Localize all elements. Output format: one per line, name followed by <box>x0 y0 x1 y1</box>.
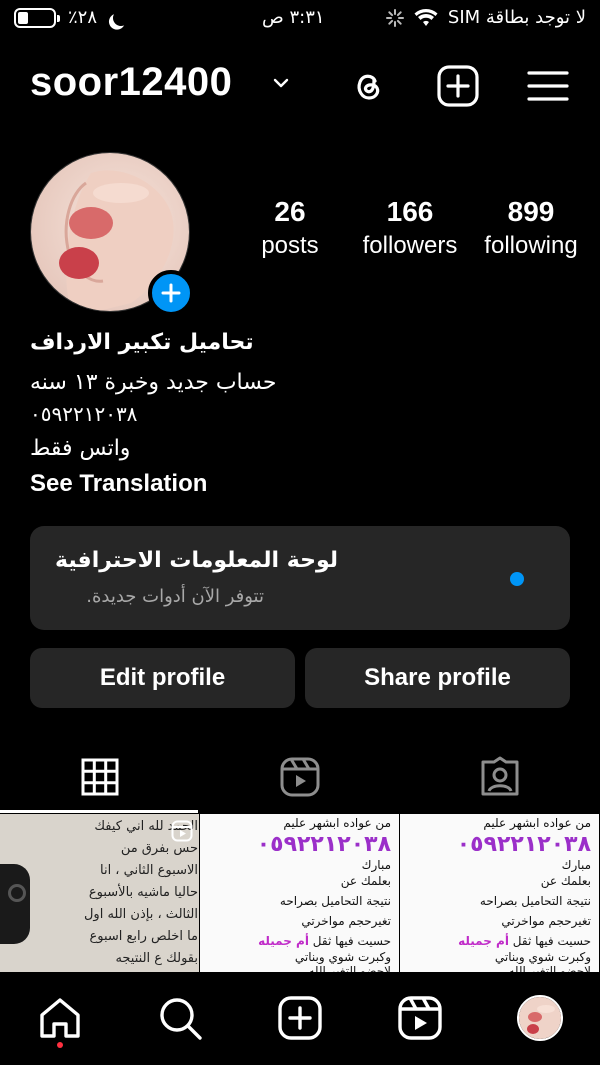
chevron-down-icon[interactable] <box>272 74 290 92</box>
post-text-highlight: أم جميله <box>258 934 309 948</box>
post-text-line: نتيجة التحاميل بصراحه <box>479 894 591 908</box>
nav-search[interactable] <box>156 994 204 1042</box>
profile-header: soor12400 <box>0 56 600 116</box>
post-text-line: من عواده ابشهر عليم <box>283 816 391 830</box>
edit-profile-button[interactable]: Edit profile <box>30 648 295 708</box>
post-text-line: الثالث ، بإذن الله اول <box>83 907 198 922</box>
post-text-line: بعلمك عن <box>540 874 591 888</box>
professional-dashboard-card[interactable]: لوحة المعلومات الاحترافية تتوفر الآن أدو… <box>30 526 570 630</box>
search-icon <box>160 998 202 1040</box>
active-tab-indicator <box>0 810 198 813</box>
status-right: لا توجد بطاقة SIM <box>385 7 586 28</box>
post-phone-number: ٠٥٩٢٢١٢٠٣٨ <box>456 832 591 857</box>
bottom-navigation <box>0 972 600 1065</box>
stat-posts[interactable]: 26 posts <box>250 196 330 260</box>
post-text-line: حسيت فيها ثقل أم جميله <box>258 934 391 948</box>
battery-percent: ٪٢٨ <box>68 7 98 28</box>
post-thumbnail[interactable]: من عواده ابشهر عليم ٠٥٩٢٢١٢٠٣٨ مبارك بعل… <box>200 814 399 972</box>
carrier-label: لا توجد بطاقة SIM <box>447 7 586 28</box>
post-text-line: وكبرت شوي وبناتي <box>494 950 591 964</box>
dashboard-subtitle: تتوفر الآن أدوات جديدة. <box>86 586 264 607</box>
stat-posts-label: posts <box>261 232 319 259</box>
post-text-line: الاسبوع الثاني ، انا <box>99 863 198 878</box>
nav-home[interactable] <box>36 994 84 1042</box>
bio-line: حساب جديد وخبرة ١٣ سنه <box>30 370 277 395</box>
stat-following-count: 899 <box>507 196 555 227</box>
bio-phone: ٠٥٩٢٢١٢٠٣٨ <box>30 402 138 426</box>
threads-icon[interactable] <box>346 64 390 108</box>
tagged-person-icon <box>481 756 519 796</box>
stat-posts-count: 26 <box>274 196 306 227</box>
create-post-icon[interactable] <box>436 64 480 108</box>
stat-followers-count: 166 <box>386 196 434 227</box>
post-thumbnail[interactable]: الحمد لله اني كيفك حس بفرق من الاسبوع ال… <box>0 814 199 972</box>
post-thumbnail[interactable]: من عواده ابشهر عليم ٠٥٩٢٢١٢٠٣٨ مبارك بعل… <box>400 814 599 972</box>
post-text-segment: حسيت فيها ثقل <box>512 934 591 948</box>
post-text-line: مبارك <box>561 858 591 872</box>
dashboard-title: لوحة المعلومات الاحترافية <box>54 548 338 573</box>
status-time: ٣:٣١ ص <box>262 7 325 28</box>
nav-reels[interactable] <box>396 994 444 1042</box>
new-indicator-dot <box>510 572 524 586</box>
post-text-highlight: أم جميله <box>458 934 509 948</box>
post-text-line: مبارك <box>361 858 391 872</box>
stat-following[interactable]: 899 following <box>474 196 588 260</box>
reels-icon <box>280 757 320 797</box>
home-notification-dot <box>57 1042 63 1048</box>
grid-icon <box>81 758 119 796</box>
moon-icon <box>111 7 132 28</box>
post-text-line: لاحضو التغير الله <box>508 964 591 972</box>
reels-icon <box>398 996 442 1040</box>
bio-line: واتس فقط <box>30 436 131 461</box>
post-text-line: تغيرحجم مواخرتي <box>301 914 391 928</box>
battery-icon <box>14 7 60 28</box>
post-text-line: بقولك ع النتيجه <box>115 951 198 966</box>
menu-icon[interactable] <box>526 64 570 108</box>
plus-icon <box>161 283 181 303</box>
post-text-line: من عواده ابشهر عليم <box>483 816 591 830</box>
content-tabs <box>0 740 600 814</box>
post-text-line: ما اخلص رابع اسبوع <box>89 929 198 944</box>
nav-profile[interactable] <box>516 994 564 1042</box>
home-icon <box>40 998 80 1038</box>
stat-following-label: following <box>484 232 578 259</box>
posts-grid: الحمد لله اني كيفك حس بفرق من الاسبوع ال… <box>0 814 600 972</box>
stat-followers[interactable]: 166 followers <box>352 196 468 260</box>
profile-avatar-icon <box>517 995 563 1041</box>
post-text-line: بعلمك عن <box>340 874 391 888</box>
status-left: ٪٢٨ <box>14 7 129 28</box>
add-story-button[interactable] <box>148 270 194 316</box>
share-profile-button[interactable]: Share profile <box>305 648 570 708</box>
post-text-line: حسيت فيها ثقل أم جميله <box>458 934 591 948</box>
create-icon <box>278 996 322 1040</box>
wifi-icon <box>414 8 438 26</box>
nav-create[interactable] <box>276 994 324 1042</box>
profile-display-name: تحاميل تكبير الارداف <box>30 330 254 355</box>
post-text-line: نتيجة التحاميل بصراحه <box>279 894 391 908</box>
phone-image <box>0 864 30 944</box>
post-text-line: حاليا ماشيه بالأسبوع <box>88 885 198 900</box>
status-bar: ٪٢٨ ٣:٣١ ص لا توجد بطاقة SIM <box>0 0 600 40</box>
tab-reels[interactable] <box>200 740 400 814</box>
stat-followers-label: followers <box>362 232 458 259</box>
profile-avatar-container[interactable] <box>30 152 194 316</box>
loading-spinner-icon <box>385 8 404 27</box>
post-text-segment: حسيت فيها ثقل <box>312 934 391 948</box>
camera-lens-image <box>8 884 26 902</box>
tab-tagged[interactable] <box>400 740 600 814</box>
post-text-line: وكبرت شوي وبناتي <box>294 950 391 964</box>
post-phone-number: ٠٥٩٢٢١٢٠٣٨ <box>256 832 391 857</box>
reel-badge-icon <box>171 820 193 842</box>
see-translation-link[interactable]: See Translation <box>30 470 207 498</box>
username-switcher[interactable]: soor12400 <box>30 60 232 105</box>
post-text-line: تغيرحجم مواخرتي <box>501 914 591 928</box>
post-text-line: لاحضو التغير الله <box>308 964 391 972</box>
tab-posts-grid[interactable] <box>0 740 200 814</box>
